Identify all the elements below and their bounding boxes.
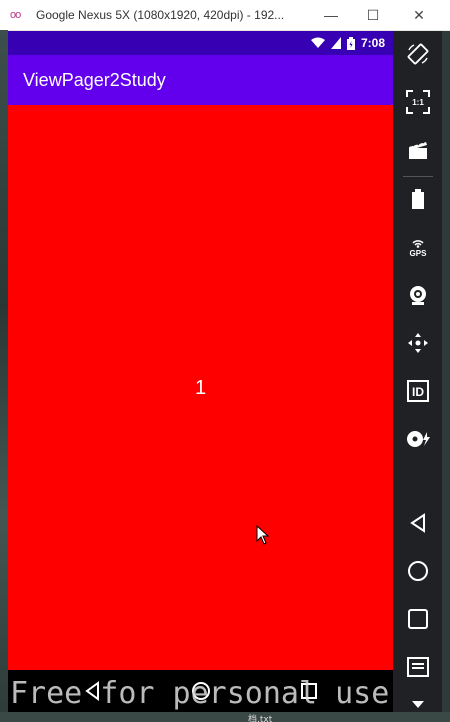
svg-text:ID: ID — [412, 385, 424, 399]
gps-button[interactable]: GPS — [405, 234, 431, 260]
phone-screen[interactable]: 7:08 ViewPager2Study 1 — [8, 31, 393, 712]
emulator-window: oo Google Nexus 5X (1080x1920, 420dpi) -… — [0, 0, 450, 722]
desktop-background-left — [0, 30, 8, 722]
gps-icon: GPS — [410, 240, 428, 258]
more-icon — [412, 701, 424, 708]
page-number-label: 1 — [194, 377, 207, 399]
svg-text:1:1: 1:1 — [412, 98, 424, 107]
webcam-button[interactable] — [405, 282, 431, 308]
viewpager-page[interactable]: 1 — [8, 105, 393, 670]
android-status-bar: 7:08 — [8, 31, 393, 55]
rotate-button[interactable] — [405, 41, 431, 67]
nav-recents-icon[interactable] — [298, 680, 320, 702]
camera-icon — [410, 286, 426, 305]
recent-apps-button[interactable] — [405, 606, 431, 632]
menu-button[interactable] — [405, 654, 431, 680]
window-titlebar[interactable]: oo Google Nexus 5X (1080x1920, 420dpi) -… — [0, 0, 450, 31]
app-bar: ViewPager2Study — [8, 55, 393, 105]
pixel-perfect-button[interactable]: 1:1 — [405, 89, 431, 115]
maximize-button[interactable]: ☐ — [362, 4, 384, 26]
android-nav-bar — [8, 670, 393, 712]
desktop-background-bottom — [0, 712, 450, 722]
svg-text:GPS: GPS — [410, 249, 428, 258]
emulator-toolbar: 1:1 GPS ID — [393, 31, 442, 722]
status-time: 7:08 — [360, 36, 385, 50]
wifi-icon — [310, 37, 325, 48]
fit-screen-icon: 1:1 — [406, 90, 430, 114]
overview-icon — [408, 609, 428, 629]
screen-capture-button[interactable] — [405, 137, 431, 163]
home-icon — [408, 561, 428, 581]
battery-status-icon — [346, 36, 355, 50]
close-button[interactable]: ✕ — [408, 4, 430, 26]
back-icon — [410, 513, 425, 533]
back-button[interactable] — [405, 510, 431, 536]
remote-control-button[interactable] — [405, 330, 431, 356]
battery-button[interactable] — [405, 186, 431, 212]
menu-icon — [407, 657, 429, 677]
device-id-button[interactable]: ID — [405, 378, 431, 404]
clapper-icon — [409, 141, 427, 159]
minimize-button[interactable]: — — [320, 4, 342, 26]
toolbar-divider — [403, 176, 433, 177]
genymotion-logo-icon: oo — [10, 9, 21, 21]
rotate-icon — [407, 43, 429, 65]
desktop-background-right — [442, 31, 450, 722]
battery-icon — [412, 189, 424, 209]
nav-home-icon[interactable] — [190, 680, 212, 702]
taskbar-file-label: 档.txt — [248, 715, 273, 722]
nav-back-icon[interactable] — [82, 680, 104, 702]
mouse-cursor-icon — [256, 525, 270, 545]
disk-io-button[interactable] — [405, 426, 431, 452]
app-title: ViewPager2Study — [23, 70, 166, 90]
window-title: Google Nexus 5X (1080x1920, 420dpi) - 19… — [36, 8, 285, 22]
home-button[interactable] — [405, 558, 431, 584]
signal-icon — [330, 37, 341, 49]
disk-icon — [407, 431, 430, 447]
dpad-icon — [408, 333, 428, 353]
id-icon: ID — [407, 380, 429, 402]
